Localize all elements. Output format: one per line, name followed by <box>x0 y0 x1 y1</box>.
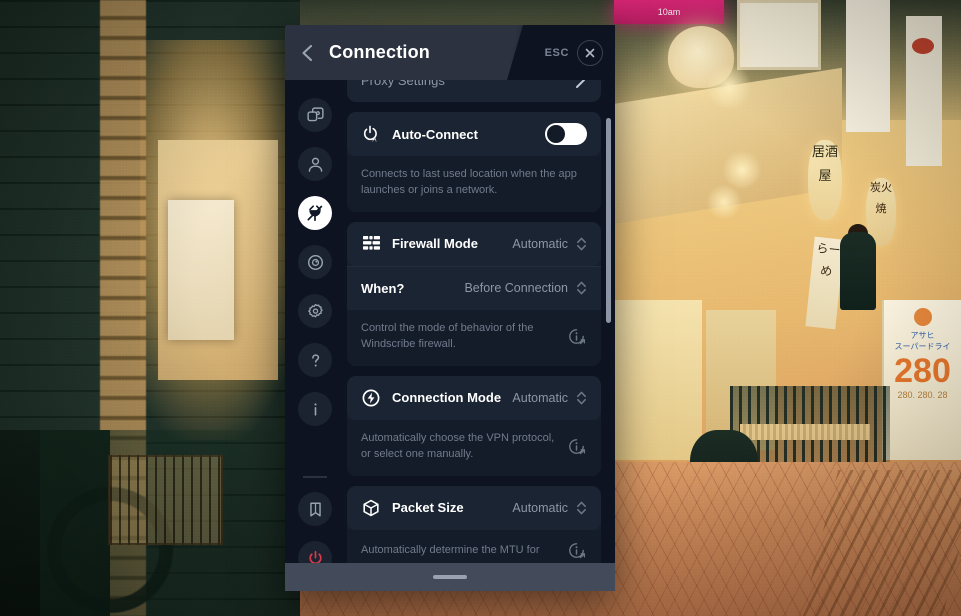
robert-target-icon <box>307 254 323 270</box>
chevron-updown-icon <box>577 237 586 251</box>
account-person-icon <box>308 157 322 172</box>
esc-label: ESC <box>544 46 569 59</box>
auto-connect-toggle[interactable] <box>545 123 587 145</box>
close-button[interactable] <box>577 39 603 66</box>
row-firewall-mode[interactable]: Firewall Mode Automatic <box>347 221 601 266</box>
auto-connect-description-text: Connects to last used location when the … <box>361 168 577 196</box>
chevron-left-icon <box>302 44 313 61</box>
firewall-brick-icon <box>361 234 381 254</box>
row-proxy-settings[interactable]: Proxy Settings <box>347 80 601 102</box>
sidebar-item-general[interactable] <box>298 98 332 132</box>
card-connection-mode: Connection Mode Automatic Automatically … <box>347 375 601 476</box>
row-firewall-when[interactable]: When? Before Connection <box>347 265 601 310</box>
settings-list: Proxy Settings A Auto-Connect Connects t… <box>345 80 615 591</box>
packet-size-value: Automatic <box>512 500 568 515</box>
packet-size-label: Packet Size <box>392 500 464 516</box>
settings-sidebar <box>285 80 345 591</box>
window-titlebar: Connection ESC <box>285 25 615 80</box>
sidebar-item-about[interactable] <box>298 392 332 426</box>
settings-content: Proxy Settings A Auto-Connect Connects t… <box>345 80 615 591</box>
window-body: Proxy Settings A Auto-Connect Connects t… <box>285 80 615 591</box>
firewall-when-value: Before Connection <box>464 281 568 296</box>
firewall-when-label: When? <box>361 280 405 296</box>
content-scrollbar-thumb[interactable] <box>606 118 611 323</box>
chevron-updown-icon <box>577 501 586 514</box>
card-firewall-mode: Firewall Mode Automatic When? Before Con… <box>347 221 601 366</box>
close-icon <box>585 48 595 57</box>
connection-plug-icon <box>307 205 323 222</box>
help-question-icon <box>311 353 319 366</box>
connection-mode-label: Connection Mode <box>392 390 502 406</box>
info-external-link-icon[interactable] <box>567 327 587 347</box>
box-cube-icon <box>361 498 381 518</box>
drag-handle[interactable] <box>433 575 467 579</box>
connection-mode-description-text: Automatically choose the VPN protocol, o… <box>361 431 555 460</box>
sidebar-item-account[interactable] <box>298 147 332 181</box>
info-external-link-icon[interactable] <box>567 437 587 457</box>
firewall-mode-value: Automatic <box>512 236 568 251</box>
connection-mode-value: Automatic <box>512 390 568 405</box>
packet-size-description-text: Automatically determine the MTU for <box>361 543 540 556</box>
sidebar-item-connection[interactable] <box>298 196 332 230</box>
windscribe-preferences-window: Connection ESC Proxy Settings A Auto-Con… <box>285 25 615 591</box>
row-auto-connect[interactable]: A Auto-Connect <box>347 112 601 156</box>
proxy-settings-label: Proxy Settings <box>361 80 445 88</box>
chevron-right-icon <box>576 80 585 88</box>
card-auto-connect: A Auto-Connect Connects to last used loc… <box>347 112 601 212</box>
toggle-knob <box>547 125 565 143</box>
about-info-icon <box>313 402 317 416</box>
shield-badge-icon <box>309 502 321 516</box>
connection-mode-description: Automatically choose the VPN protocol, o… <box>347 419 601 476</box>
sidebar-item-preferences[interactable] <box>298 294 332 328</box>
content-scrollbar-track[interactable] <box>606 80 611 591</box>
chevron-updown-icon <box>577 391 586 405</box>
bolt-circle-icon <box>361 388 381 408</box>
firewall-mode-description-text: Control the mode of behavior of the Wind… <box>361 321 534 350</box>
sidebar-divider <box>303 476 327 478</box>
info-external-link-icon[interactable] <box>567 541 587 561</box>
firewall-mode-label: Firewall Mode <box>392 236 478 252</box>
sidebar-item-robert[interactable] <box>298 245 332 279</box>
power-auto-icon: A <box>361 124 381 144</box>
card-packet-size: Packet Size Automatic Automatically dete… <box>347 485 601 574</box>
titlebar-left-section: Connection <box>285 25 507 80</box>
gear-icon <box>307 303 323 317</box>
back-button[interactable] <box>285 25 329 80</box>
auto-connect-label: Auto-Connect <box>392 126 478 142</box>
row-connection-mode[interactable]: Connection Mode Automatic <box>347 375 601 420</box>
svg-text:A: A <box>372 137 377 143</box>
titlebar-right-section: ESC <box>507 25 615 80</box>
window-resize-bar[interactable] <box>285 563 615 591</box>
general-overlay-icon <box>306 106 324 121</box>
sidebar-item-help[interactable] <box>298 343 332 377</box>
firewall-mode-description: Control the mode of behavior of the Wind… <box>347 309 601 366</box>
sidebar-item-shield[interactable] <box>298 492 332 526</box>
page-title: Connection <box>329 42 430 62</box>
card-proxy-settings: Proxy Settings <box>347 80 601 102</box>
auto-connect-description: Connects to last used location when the … <box>347 156 601 212</box>
chevron-updown-icon <box>577 282 586 295</box>
row-packet-size[interactable]: Packet Size Automatic <box>347 485 601 530</box>
